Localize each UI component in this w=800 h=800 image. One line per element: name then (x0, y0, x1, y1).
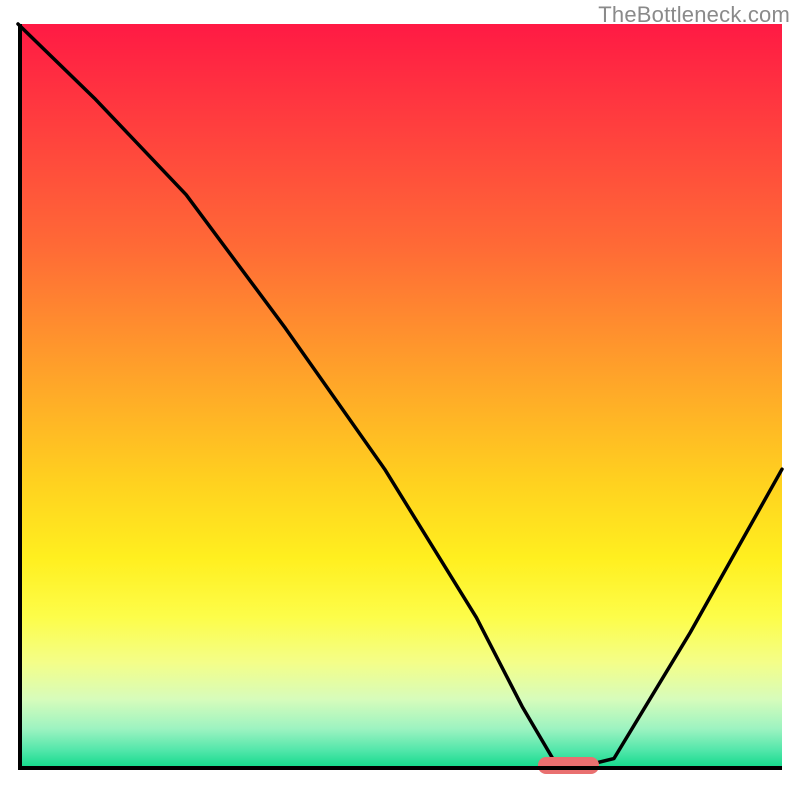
x-axis (18, 766, 782, 770)
y-axis (18, 24, 22, 766)
watermark-text: TheBottleneck.com (598, 2, 790, 28)
bottleneck-curve-line (18, 24, 782, 766)
chart-frame: TheBottleneck.com (0, 0, 800, 800)
